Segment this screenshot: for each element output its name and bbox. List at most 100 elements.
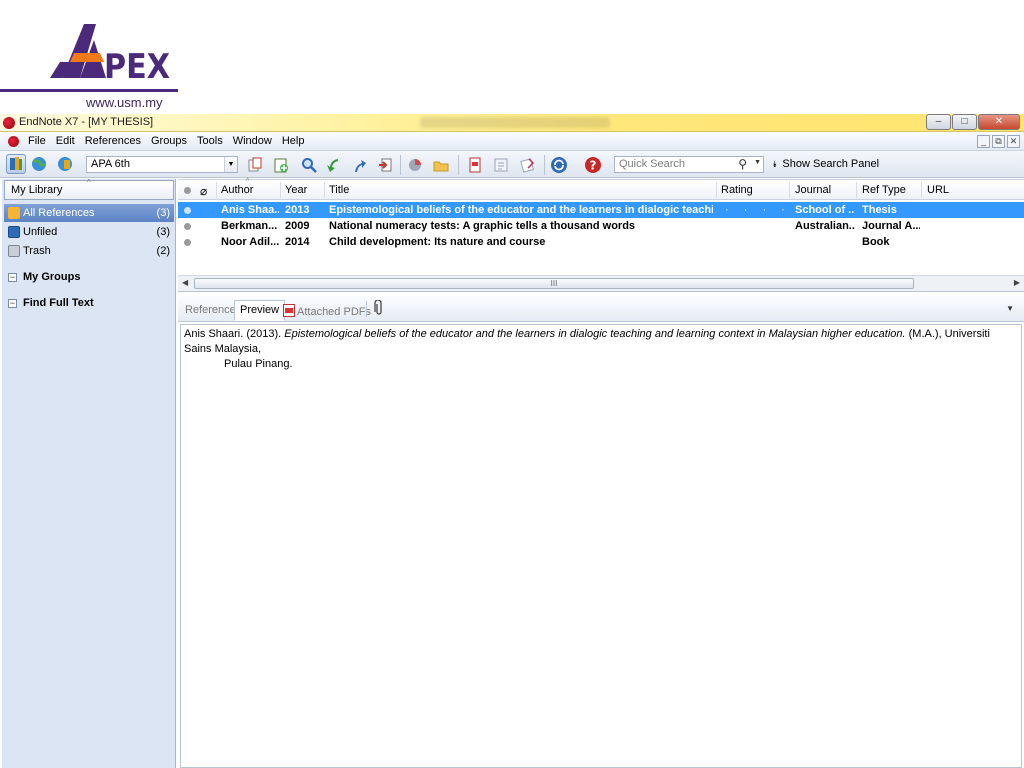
- column-divider[interactable]: [789, 182, 790, 198]
- table-row[interactable]: Anis Shaa... 2013 Epistemological belief…: [178, 202, 1024, 218]
- my-library-header[interactable]: ^ My Library: [4, 178, 174, 200]
- help-icon[interactable]: ?: [584, 156, 602, 174]
- reference-list: ⌀ Author ^ Year Title Rating Journal Ref…: [178, 178, 1024, 292]
- collapse-toggle-icon[interactable]: −: [8, 298, 17, 308]
- column-divider[interactable]: [716, 182, 717, 198]
- local-library-mode-icon[interactable]: [6, 154, 26, 174]
- scrollbar-thumb[interactable]: III: [194, 278, 914, 289]
- group-all-references[interactable]: All References (3): [4, 204, 174, 222]
- menu-tools[interactable]: Tools: [197, 135, 223, 147]
- cell-year: 2014: [285, 236, 310, 248]
- quick-search-input[interactable]: Quick Search ⚲ ▼: [614, 156, 764, 173]
- horizontal-scrollbar[interactable]: ◀ III ▶: [178, 275, 1024, 291]
- cell-title: National numeracy tests: A graphic tells…: [329, 220, 636, 232]
- quick-search-placeholder: Quick Search: [619, 158, 686, 170]
- chevron-down-icon[interactable]: ▼: [224, 157, 237, 172]
- section-label: Find Full Text: [23, 297, 94, 309]
- table-row[interactable]: Noor Adil... 2014 Child development: Its…: [178, 234, 1024, 250]
- group-trash[interactable]: Trash (2): [4, 242, 174, 260]
- column-rating[interactable]: Rating: [721, 184, 753, 196]
- menu-references[interactable]: References: [85, 135, 141, 147]
- group-unfiled[interactable]: Unfiled (3): [4, 223, 174, 241]
- column-year[interactable]: Year: [285, 184, 307, 196]
- column-journal[interactable]: Journal: [795, 184, 831, 196]
- cell-ref-type: Journal A...: [862, 220, 920, 232]
- copy-to-library-icon[interactable]: [246, 156, 264, 174]
- trash-icon: [8, 245, 20, 257]
- collapse-caret-icon[interactable]: ^: [87, 178, 91, 187]
- column-title[interactable]: Title: [329, 184, 349, 196]
- column-divider[interactable]: [856, 182, 857, 198]
- column-url[interactable]: URL: [927, 184, 949, 196]
- cell-journal: School of ...: [795, 204, 855, 216]
- online-search-icon[interactable]: [300, 156, 318, 174]
- open-pdf-icon[interactable]: [466, 156, 484, 174]
- format-bibliography-icon[interactable]: [406, 156, 424, 174]
- output-style-value: APA 6th: [91, 158, 130, 170]
- online-search-mode-icon[interactable]: [30, 154, 50, 174]
- attach-file-icon[interactable]: [518, 156, 536, 174]
- menu-bar: File Edit References Groups Tools Window…: [0, 132, 1024, 151]
- window-controls: – □ ✕: [926, 114, 1020, 131]
- cell-rating[interactable]: · · · · ·: [725, 204, 789, 216]
- insert-citation-icon[interactable]: [376, 156, 394, 174]
- open-link-icon[interactable]: [492, 156, 510, 174]
- tabs-separator: [366, 301, 367, 317]
- toolbar-separator: [400, 155, 401, 175]
- minimize-button[interactable]: –: [926, 114, 951, 130]
- section-my-groups[interactable]: − My Groups: [8, 271, 80, 283]
- read-status-column-icon[interactable]: [184, 187, 191, 194]
- column-divider[interactable]: [280, 182, 281, 198]
- read-status-icon[interactable]: [184, 207, 191, 214]
- read-status-icon[interactable]: [184, 239, 191, 246]
- output-style-select[interactable]: APA 6th ▼: [86, 156, 238, 173]
- svg-text:?: ?: [590, 159, 597, 173]
- column-ref-type[interactable]: Ref Type: [862, 184, 906, 196]
- endnote-app-icon[interactable]: [3, 117, 15, 129]
- export-icon[interactable]: [350, 156, 368, 174]
- sync-icon[interactable]: [550, 156, 568, 174]
- table-row[interactable]: Berkman... 2009 National numeracy tests:…: [178, 218, 1024, 234]
- reference-preview-panel: Reference Preview Attached PDFs ▼ Anis S…: [178, 296, 1024, 768]
- scroll-left-arrow-icon[interactable]: ◀: [182, 278, 188, 287]
- formatted-citation-preview[interactable]: Anis Shaari. (2013). Epistemological bel…: [180, 324, 1022, 768]
- panel-layout-menu-icon[interactable]: ▼: [1006, 304, 1014, 313]
- show-search-panel-button[interactable]: ⯯ Show Search Panel: [772, 158, 879, 170]
- column-divider[interactable]: [921, 182, 922, 198]
- logo-underline: [0, 89, 178, 92]
- search-icon[interactable]: ⚲: [738, 157, 747, 171]
- menu-groups[interactable]: Groups: [151, 135, 187, 147]
- document-restore-button[interactable]: ⧉: [992, 135, 1005, 148]
- group-count: (3): [156, 226, 170, 238]
- column-divider[interactable]: [324, 182, 325, 198]
- paperclip-icon[interactable]: [374, 299, 384, 319]
- menu-edit[interactable]: Edit: [56, 135, 75, 147]
- cell-ref-type: Thesis: [862, 204, 897, 216]
- toolbar-separator: [458, 155, 459, 175]
- column-divider[interactable]: [216, 182, 217, 198]
- chevron-down-icon[interactable]: ▼: [754, 159, 761, 166]
- tab-reference[interactable]: Reference: [180, 301, 241, 322]
- section-find-full-text[interactable]: − Find Full Text: [8, 297, 94, 309]
- new-reference-icon[interactable]: [272, 156, 290, 174]
- menu-file[interactable]: File: [28, 135, 46, 147]
- window-title-bar[interactable]: EndNote X7 - [MY THESIS] – □ ✕: [0, 114, 1024, 132]
- import-icon[interactable]: [324, 156, 342, 174]
- maximize-button[interactable]: □: [952, 114, 977, 130]
- menu-help[interactable]: Help: [282, 135, 305, 147]
- menu-window[interactable]: Window: [233, 135, 272, 147]
- document-minimize-button[interactable]: _: [977, 135, 990, 148]
- column-author[interactable]: Author: [221, 184, 253, 196]
- document-close-button[interactable]: ✕: [1007, 135, 1020, 148]
- integrated-library-mode-icon[interactable]: [56, 154, 76, 174]
- tab-attached-pdfs[interactable]: Attached PDFs: [278, 301, 376, 322]
- my-library-label: My Library: [11, 184, 63, 196]
- document-system-menu-icon[interactable]: [8, 136, 19, 147]
- read-status-icon[interactable]: [184, 223, 191, 230]
- attachment-column-icon[interactable]: ⌀: [200, 184, 207, 198]
- close-button[interactable]: ✕: [978, 114, 1020, 130]
- scroll-right-arrow-icon[interactable]: ▶: [1014, 278, 1020, 287]
- find-full-text-icon[interactable]: [432, 156, 450, 174]
- collapse-toggle-icon[interactable]: −: [8, 272, 17, 282]
- group-label: Unfiled: [23, 226, 58, 238]
